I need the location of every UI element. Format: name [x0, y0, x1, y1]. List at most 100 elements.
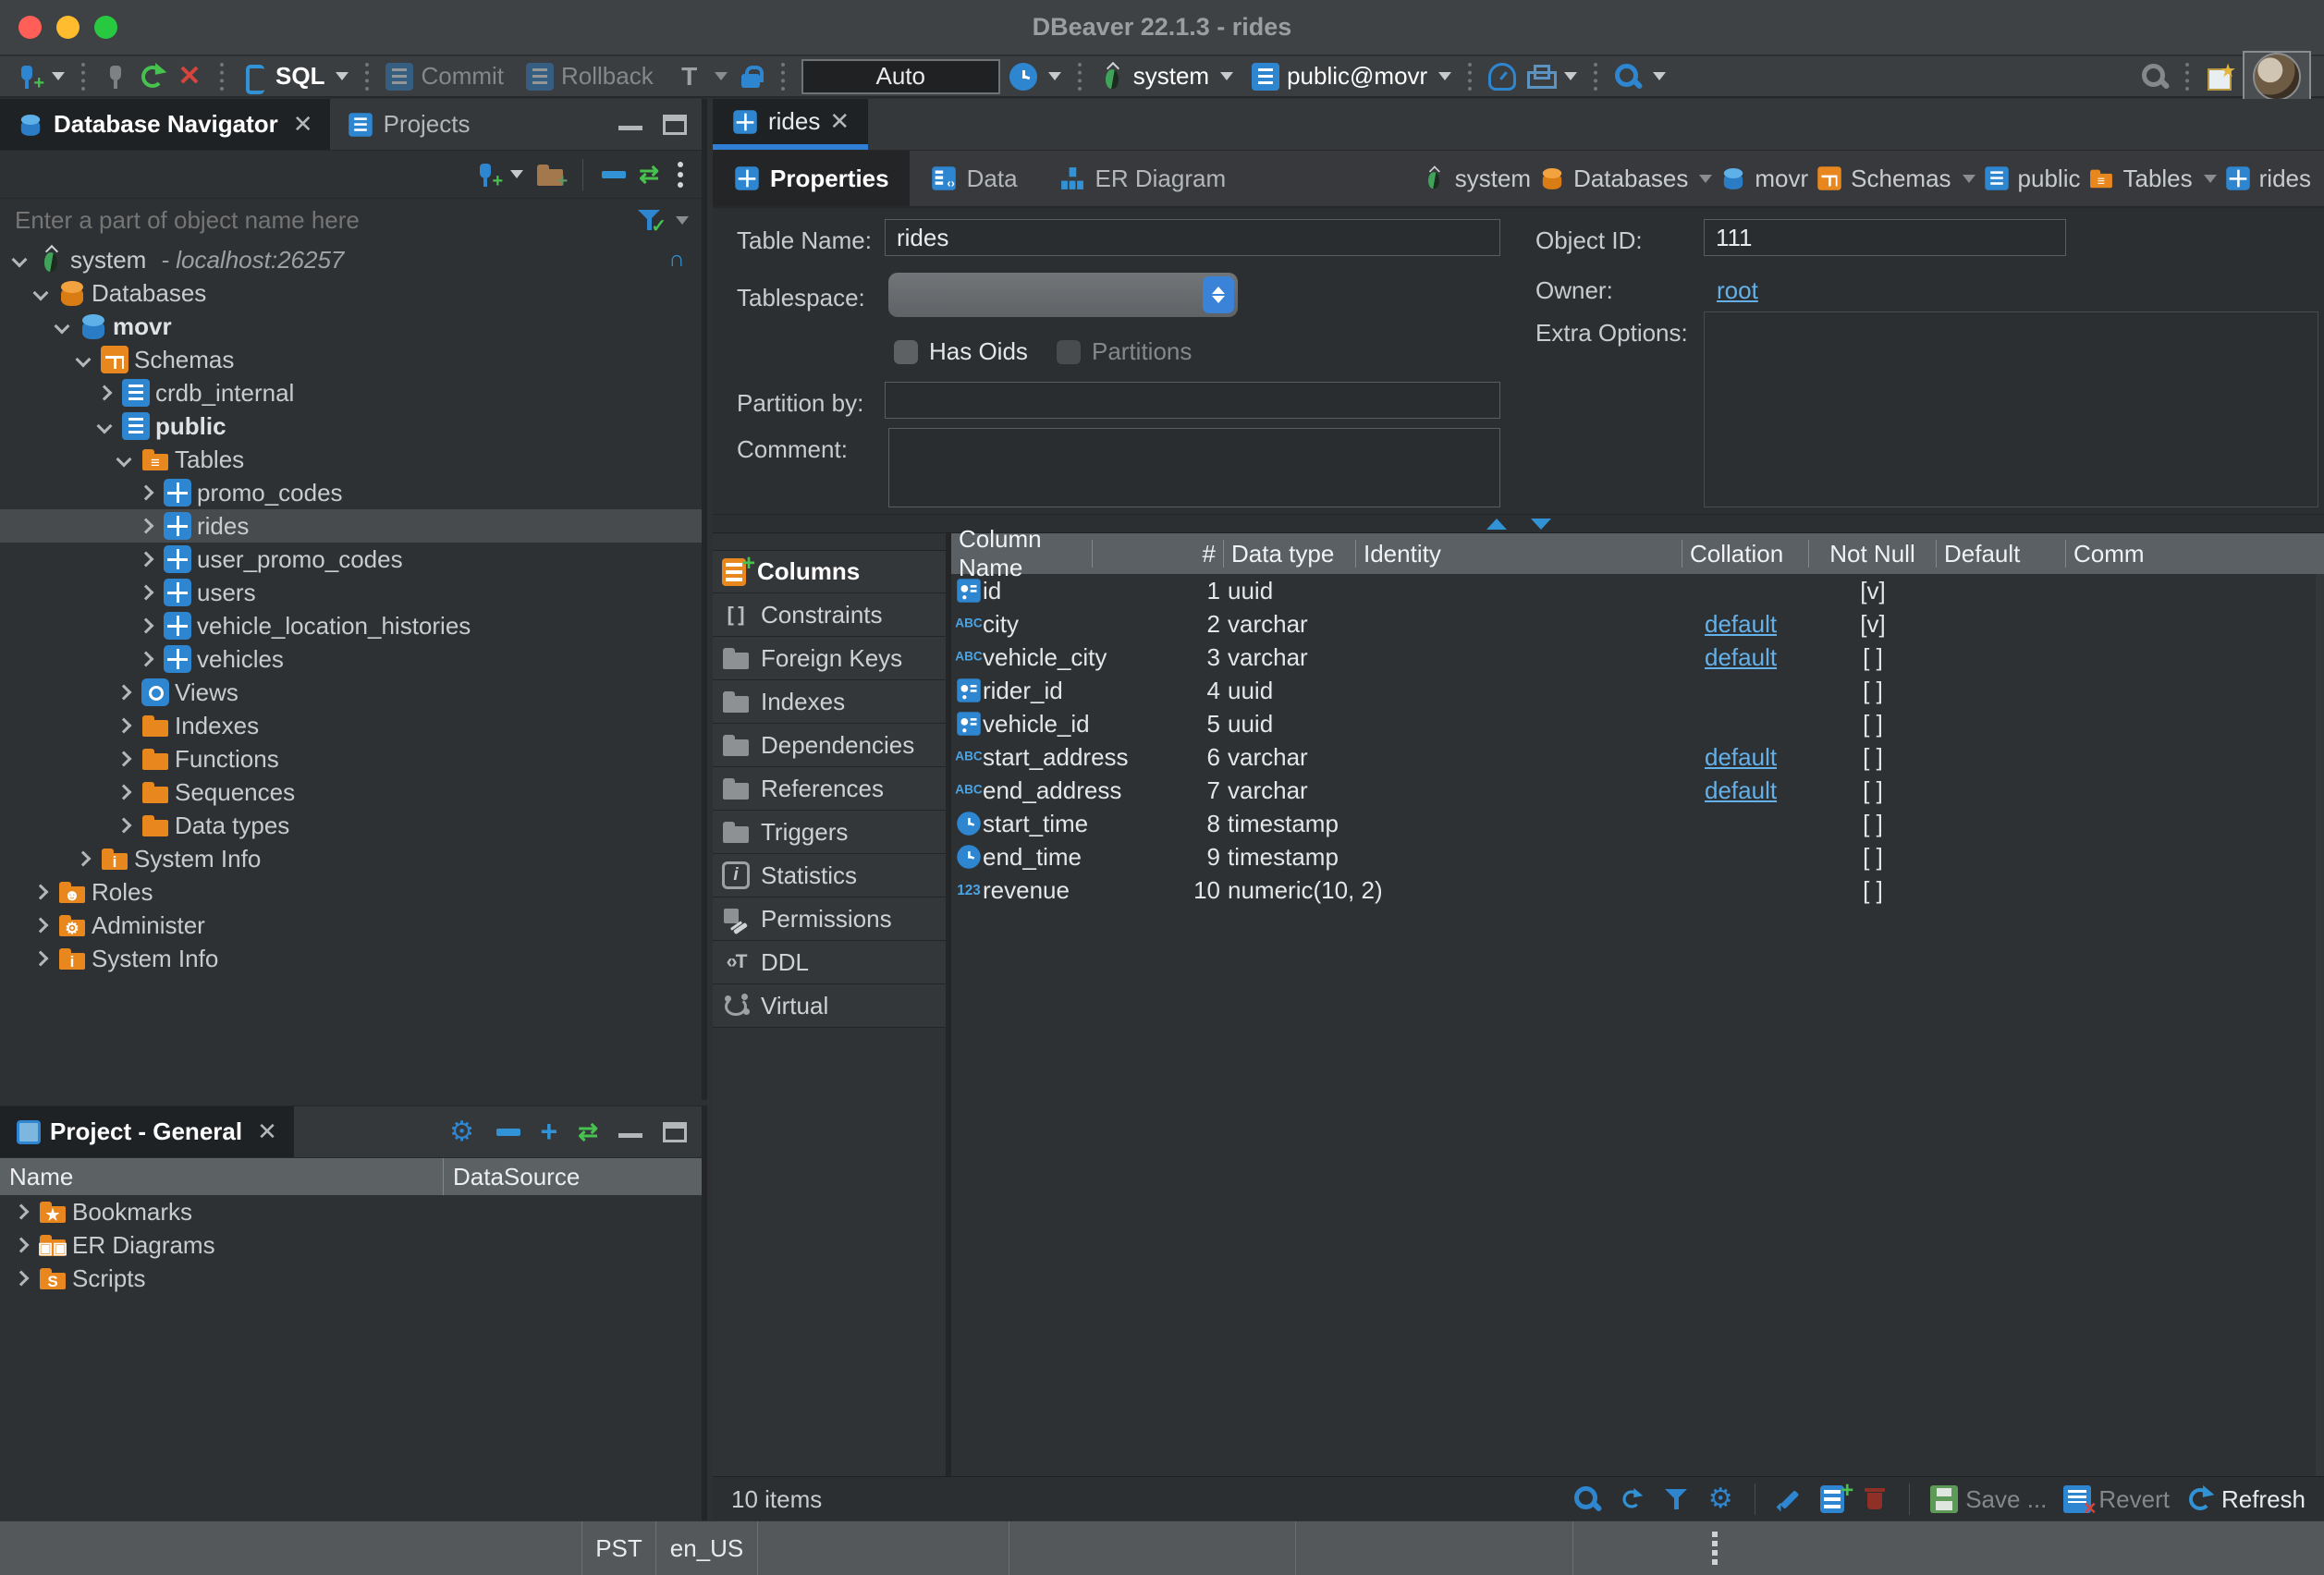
tree-item-movr[interactable]: movr: [0, 310, 702, 343]
maximize-panel-icon[interactable]: [663, 1122, 687, 1142]
grid-search-icon[interactable]: [1573, 1485, 1601, 1513]
cell-collation[interactable]: default: [1705, 776, 1777, 805]
sql-editor-button[interactable]: SQL: [240, 62, 349, 91]
header-data-type[interactable]: Data type: [1224, 540, 1356, 568]
tree-item-indexes[interactable]: Indexes: [0, 709, 702, 742]
refresh-button[interactable]: Refresh: [2186, 1485, 2306, 1514]
commit-button[interactable]: Commit: [385, 62, 504, 91]
header-comment[interactable]: Comm: [2066, 540, 2324, 568]
link-editor-icon[interactable]: ⇄: [639, 160, 659, 189]
grid-settings-icon[interactable]: ⚙: [1706, 1485, 1734, 1513]
tree-item-roles[interactable]: ☻Roles: [0, 875, 702, 909]
tree-item-sequences[interactable]: Sequences: [0, 775, 702, 809]
dashboard-icon[interactable]: [1488, 63, 1516, 91]
collapse-all-icon[interactable]: [496, 1129, 520, 1136]
chevron-right-icon[interactable]: [9, 1233, 33, 1257]
status-grip-icon[interactable]: [1712, 1532, 1718, 1565]
cell-collation[interactable]: default: [1705, 643, 1777, 672]
grid-row-rider_id[interactable]: rider_id4uuid[ ]: [951, 674, 2324, 707]
tree-item-promo-codes[interactable]: promo_codes: [0, 476, 702, 509]
chevron-down-icon[interactable]: [71, 348, 95, 372]
side-tab-references[interactable]: References: [713, 767, 946, 811]
tab-database-navigator[interactable]: Database Navigator ✕: [0, 99, 330, 150]
side-tab-virtual[interactable]: Virtual: [713, 984, 946, 1028]
splitter[interactable]: [713, 515, 2324, 533]
side-tab-permissions[interactable]: Permissions: [713, 897, 946, 941]
tree-item-schemas[interactable]: Schemas: [0, 343, 702, 376]
header-column-name[interactable]: Column Name: [951, 540, 1093, 568]
chevron-right-icon[interactable]: [29, 946, 53, 971]
breadcrumb-system[interactable]: system: [1420, 165, 1531, 193]
status-timezone[interactable]: PST: [582, 1521, 656, 1575]
tx-history-button[interactable]: [1009, 63, 1061, 91]
chevron-right-icon[interactable]: [134, 481, 158, 505]
column-header-datasource[interactable]: DataSource: [444, 1163, 580, 1191]
chevron-down-icon[interactable]: [29, 281, 53, 305]
tab-properties[interactable]: Properties: [713, 151, 910, 206]
chevron-right-icon[interactable]: [112, 780, 136, 804]
chevron-right-icon[interactable]: [112, 747, 136, 771]
grid-row-start_address[interactable]: ABCstart_address6varchardefault[ ]: [951, 740, 2324, 774]
grid-row-end_address[interactable]: ABCend_address7varchardefault[ ]: [951, 774, 2324, 807]
grid-row-vehicle_city[interactable]: ABCvehicle_city3varchardefault[ ]: [951, 641, 2324, 674]
chevron-down-icon[interactable]: [50, 314, 74, 338]
tab-rides[interactable]: rides ✕: [713, 99, 868, 150]
tree-item-data-types[interactable]: Data types: [0, 809, 702, 842]
view-menu-icon[interactable]: [672, 162, 689, 188]
breadcrumb-public[interactable]: public: [1983, 165, 2081, 193]
tree-item-crdb-internal[interactable]: crdb_internal: [0, 376, 702, 409]
chevron-right-icon[interactable]: [9, 1266, 33, 1290]
maximize-panel-icon[interactable]: [663, 115, 687, 135]
side-tab-foreign-keys[interactable]: Foreign Keys: [713, 637, 946, 680]
partition-by-input[interactable]: [885, 382, 1500, 419]
close-icon[interactable]: ✕: [293, 110, 313, 139]
header-default[interactable]: Default: [1937, 540, 2066, 568]
chevron-right-icon[interactable]: [112, 813, 136, 837]
cell-collation[interactable]: default: [1705, 610, 1777, 639]
chevron-down-icon[interactable]: [7, 248, 31, 272]
header-identity[interactable]: Identity: [1356, 540, 1682, 568]
chevron-down-icon[interactable]: [92, 414, 116, 438]
tab-data[interactable]: Data: [910, 151, 1038, 206]
expand-all-icon[interactable]: +: [541, 1115, 558, 1149]
cell-collation[interactable]: default: [1705, 743, 1777, 772]
chevron-right-icon[interactable]: [29, 913, 53, 937]
tree-item-views[interactable]: Views: [0, 676, 702, 709]
global-search-icon[interactable]: [2141, 63, 2169, 91]
partitions-checkbox[interactable]: Partitions: [1057, 337, 1192, 366]
chevron-right-icon[interactable]: [112, 680, 136, 704]
reconnect-icon[interactable]: [139, 63, 166, 91]
column-header-name[interactable]: Name: [0, 1158, 444, 1195]
edit-icon[interactable]: [1776, 1485, 1804, 1513]
breadcrumb-schemas[interactable]: Schemas: [1816, 165, 1975, 193]
chevron-right-icon[interactable]: [134, 547, 158, 571]
tree-item-vehicle-location-histories[interactable]: vehicle_location_histories: [0, 609, 702, 642]
chevron-right-icon[interactable]: [134, 647, 158, 671]
new-window-icon[interactable]: [2206, 63, 2233, 91]
grid-row-city[interactable]: ABCcity2varchardefault[v]: [951, 607, 2324, 641]
side-tab-statistics[interactable]: iStatistics: [713, 854, 946, 897]
extra-options-box[interactable]: [1704, 311, 2318, 507]
table-name-input[interactable]: rides: [885, 219, 1500, 256]
tab-er-diagram[interactable]: ER Diagram: [1038, 151, 1247, 206]
breadcrumb-databases[interactable]: Databases: [1538, 165, 1712, 193]
project-item-er-diagrams[interactable]: ▣▣ER Diagrams: [0, 1228, 702, 1262]
grid-row-start_time[interactable]: start_time8timestamp[ ]: [951, 807, 2324, 840]
chevron-right-icon[interactable]: [134, 614, 158, 638]
tree-item-system[interactable]: system- localhost:26257∩: [0, 243, 702, 276]
side-tab-columns[interactable]: Columns: [713, 550, 946, 593]
gear-icon[interactable]: ⚙: [448, 1118, 476, 1146]
close-icon[interactable]: ✕: [829, 107, 850, 136]
grid-row-vehicle_id[interactable]: vehicle_id5uuid[ ]: [951, 707, 2324, 740]
chevron-right-icon[interactable]: [92, 381, 116, 405]
owner-link[interactable]: root: [1717, 276, 1758, 305]
chevron-right-icon[interactable]: [71, 847, 95, 871]
tree-item-public[interactable]: public: [0, 409, 702, 443]
tree-item-system-info[interactable]: iSystem Info: [0, 942, 702, 975]
grid-scrollbar[interactable]: [2316, 574, 2324, 1476]
tablespace-select[interactable]: [888, 273, 1238, 317]
tree-item-system-info-db[interactable]: iSystem Info: [0, 842, 702, 875]
side-tab-dependencies[interactable]: Dependencies: [713, 724, 946, 767]
tree-item-databases[interactable]: Databases: [0, 276, 702, 310]
chevron-right-icon[interactable]: [134, 514, 158, 538]
